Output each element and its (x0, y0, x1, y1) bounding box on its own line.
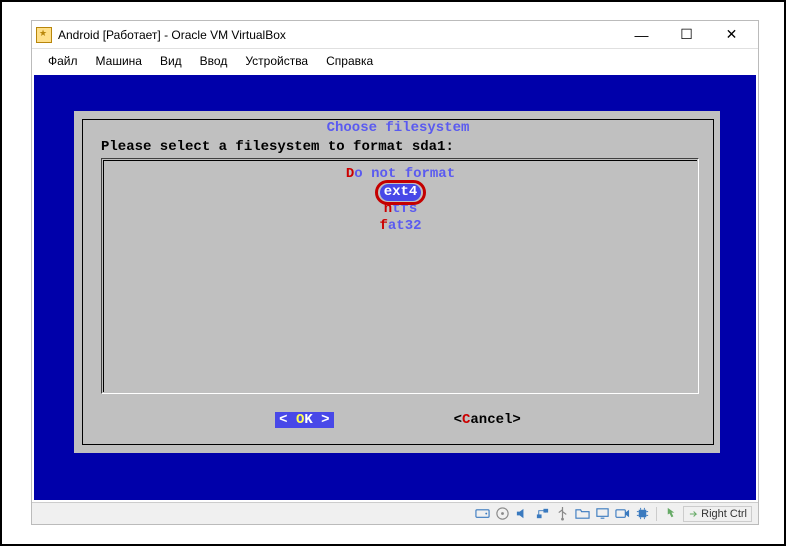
cancel-button[interactable]: <Cancel> (454, 412, 521, 428)
dialog-prompt: Please select a filesystem to format sda… (101, 139, 454, 155)
shared-folder-icon[interactable] (574, 506, 590, 522)
usb-icon[interactable] (554, 506, 570, 522)
cd-icon[interactable] (494, 506, 510, 522)
dialog-actions: < OK > <Cancel> (83, 412, 713, 428)
host-key-indicator[interactable]: Right Ctrl (683, 506, 752, 522)
menu-input[interactable]: Ввод (192, 52, 236, 70)
ok-button[interactable]: < OK > (275, 412, 333, 428)
menu-file[interactable]: Файл (40, 52, 86, 70)
option-do-not-format[interactable]: Do not format (104, 166, 697, 183)
menubar: Файл Машина Вид Ввод Устройства Справка (32, 49, 758, 73)
option-ntfs[interactable]: ntfs (104, 201, 697, 218)
menu-machine[interactable]: Машина (88, 52, 150, 70)
menu-view[interactable]: Вид (152, 52, 190, 70)
cpu-icon[interactable] (634, 506, 650, 522)
dialog-frame: Choose filesystem Please select a filesy… (82, 119, 714, 445)
separator (656, 507, 657, 521)
maximize-button[interactable]: ☐ (664, 22, 709, 48)
listbox-inner: Do not format ext4 ntfs fat32 (103, 160, 697, 392)
filesystem-dialog: Choose filesystem Please select a filesy… (74, 111, 720, 453)
network-icon[interactable] (534, 506, 550, 522)
statusbar: Right Ctrl (32, 502, 758, 524)
keyboard-arrow-icon (688, 509, 698, 519)
application-window: Android [Работает] - Oracle VM VirtualBo… (31, 20, 759, 525)
vm-display[interactable]: Choose filesystem Please select a filesy… (34, 75, 756, 500)
filesystem-listbox: Do not format ext4 ntfs fat32 (101, 158, 699, 394)
app-icon (36, 27, 52, 43)
titlebar[interactable]: Android [Работает] - Oracle VM VirtualBo… (32, 21, 758, 49)
selected-option-highlight: ext4 (380, 184, 422, 201)
menu-devices[interactable]: Устройства (237, 52, 316, 70)
display-icon[interactable] (594, 506, 610, 522)
window-controls: — ☐ ✕ (619, 22, 754, 48)
mouse-capture-icon[interactable] (663, 506, 679, 522)
window-title: Android [Работает] - Oracle VM VirtualBo… (58, 28, 619, 42)
record-icon[interactable] (614, 506, 630, 522)
close-button[interactable]: ✕ (709, 22, 754, 48)
menu-help[interactable]: Справка (318, 52, 381, 70)
hdd-icon[interactable] (474, 506, 490, 522)
dialog-title: Choose filesystem (319, 120, 478, 136)
audio-icon[interactable] (514, 506, 530, 522)
option-ext4[interactable]: ext4 (104, 184, 697, 201)
minimize-button[interactable]: — (619, 22, 664, 48)
option-fat32[interactable]: fat32 (104, 218, 697, 235)
